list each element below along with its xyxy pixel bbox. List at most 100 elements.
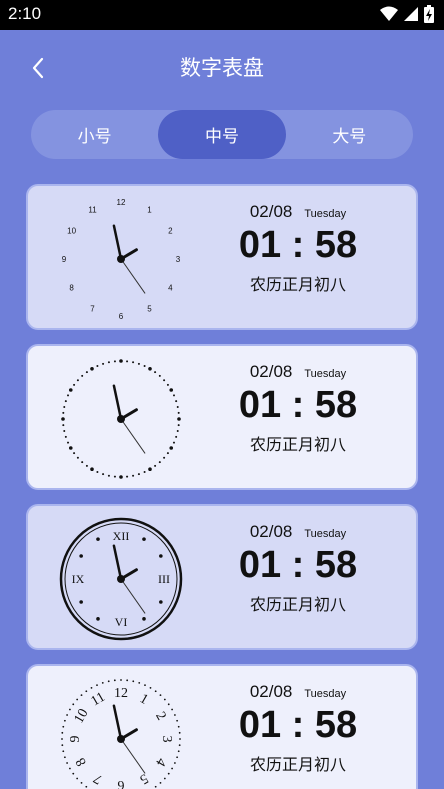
clock-card-arabic[interactable]: 12 1 2 3 4 5 6 7 8 9 10 11 02/08 Tuesday 01 : 58 农历… bbox=[26, 184, 418, 330]
dial-dot bbox=[175, 400, 178, 403]
dial-dot bbox=[80, 694, 83, 697]
dial-dot bbox=[167, 703, 170, 706]
dial-dot bbox=[72, 703, 75, 706]
dial-dot bbox=[66, 714, 69, 716]
dial-dot bbox=[169, 446, 174, 450]
dial-numeral: 6 bbox=[119, 312, 124, 321]
minute-hand bbox=[112, 224, 123, 261]
dial-numeral: 1 bbox=[147, 206, 152, 215]
dial-dot bbox=[76, 698, 79, 701]
tab-large[interactable]: 大号 bbox=[286, 110, 413, 159]
dial-dot bbox=[76, 456, 79, 459]
dial-dot bbox=[62, 411, 65, 414]
dial-dot bbox=[171, 767, 173, 770]
dial-dot bbox=[163, 777, 166, 780]
dial-dot bbox=[142, 537, 146, 541]
dial-dot bbox=[107, 680, 110, 683]
dial-numeral: 2 bbox=[168, 227, 173, 236]
dial-dot bbox=[144, 684, 146, 687]
date-row: 02/08 Tuesday bbox=[228, 362, 368, 382]
dial-dot bbox=[68, 446, 73, 450]
dial-dot bbox=[63, 405, 66, 408]
weekday-text: Tuesday bbox=[304, 208, 347, 220]
time-text: 01 : 58 bbox=[238, 384, 358, 426]
dial-dot bbox=[120, 679, 122, 681]
dial-dot bbox=[177, 411, 180, 414]
dial-dot bbox=[76, 777, 79, 780]
clock-info: 02/08 Tuesday 01 : 58 农历正月初八 bbox=[228, 682, 368, 775]
dial-dot bbox=[90, 467, 94, 472]
dial-dot bbox=[159, 554, 163, 558]
dial-dot bbox=[177, 424, 180, 427]
dial-dot bbox=[96, 470, 99, 473]
lunar-date: 农历正月初八 bbox=[249, 755, 346, 774]
second-hand bbox=[120, 258, 146, 294]
dial-dot bbox=[79, 600, 83, 604]
dial-roman-numeral: XII bbox=[113, 529, 130, 543]
dial-dot bbox=[163, 456, 166, 459]
dial-dot bbox=[173, 762, 176, 764]
date-row: 02/08 Tuesday bbox=[228, 202, 368, 222]
dial-dot bbox=[113, 360, 116, 363]
dial-dot bbox=[107, 361, 110, 364]
dial-dot bbox=[62, 424, 65, 427]
date-text: 02/08 bbox=[249, 522, 293, 541]
dial-dot bbox=[67, 394, 70, 397]
dial-dot bbox=[166, 452, 169, 455]
dial-dot bbox=[63, 719, 66, 722]
dial-dot bbox=[143, 470, 146, 473]
dial-dot bbox=[96, 365, 99, 368]
dial-dot bbox=[154, 785, 157, 788]
dial-dot bbox=[154, 690, 157, 693]
dial-dot bbox=[163, 379, 166, 382]
time-text: 01 : 58 bbox=[238, 704, 358, 746]
weekday-text: Tuesday bbox=[304, 368, 347, 380]
weekday-text: Tuesday bbox=[304, 688, 347, 700]
dial-dot bbox=[132, 361, 135, 364]
dial-dot bbox=[73, 452, 76, 455]
dial-dot bbox=[149, 687, 152, 689]
dial-dot bbox=[176, 719, 179, 722]
dial-dot bbox=[61, 744, 64, 747]
dial-dot bbox=[173, 714, 176, 716]
dial-dot bbox=[166, 383, 169, 386]
clock-info: 02/08 Tuesday 01 : 58 农历正月初八 bbox=[228, 362, 368, 455]
dial-dot bbox=[171, 708, 173, 711]
status-time: 2:10 bbox=[8, 4, 42, 23]
dial-numeral: 5 bbox=[147, 304, 152, 313]
dial-numeral: 10 bbox=[72, 706, 92, 726]
dial-numeral: 3 bbox=[159, 736, 174, 743]
dial-dot bbox=[61, 731, 64, 734]
dial-dot bbox=[148, 366, 152, 371]
dial-numeral: 9 bbox=[62, 255, 67, 264]
status-icons bbox=[380, 5, 434, 23]
page-title: 数字表盘 bbox=[180, 56, 264, 80]
time-text: 01 : 58 bbox=[238, 544, 358, 586]
dial-dot bbox=[62, 725, 65, 728]
dial-dot bbox=[113, 679, 116, 682]
dial-dot bbox=[158, 374, 161, 377]
lunar-date: 农历正月初八 bbox=[249, 435, 346, 454]
size-tabs: 小号 中号 大号 bbox=[31, 110, 413, 159]
dial-dot bbox=[172, 441, 175, 444]
clock-card-rotated[interactable]: 12 1 2 3 4 5 6 7 8 9 10 11 02/08 Tuesday 01 : 58 农历… bbox=[26, 664, 418, 789]
second-hand bbox=[120, 578, 146, 614]
second-hand bbox=[120, 418, 146, 454]
dial-dot bbox=[102, 473, 105, 476]
clock-info: 02/08 Tuesday 01 : 58 农历正月初八 bbox=[228, 522, 368, 615]
date-row: 02/08 Tuesday bbox=[228, 522, 368, 542]
center-pin bbox=[117, 255, 125, 263]
dial-numeral: 4 bbox=[152, 755, 168, 769]
date-text: 02/08 bbox=[249, 362, 293, 381]
dial-numeral: 1 bbox=[137, 691, 151, 707]
dial-dot bbox=[154, 371, 157, 374]
clock-card-roman[interactable]: XII III VI IX 02/08 Tuesday 01 : 58 农历正月初八 bbox=[26, 504, 418, 650]
dial-dot bbox=[69, 767, 71, 770]
tab-medium[interactable]: 中号 bbox=[158, 110, 286, 159]
clock-face-rotated: 12 12 3 456 78 9 1011 bbox=[61, 679, 181, 789]
clock-card-dots[interactable]: 02/08 Tuesday 01 : 58 农历正月初八 bbox=[26, 344, 418, 490]
dial-roman-numeral: IX bbox=[72, 572, 85, 586]
dial-dot bbox=[63, 756, 66, 759]
dial-dot bbox=[143, 365, 146, 368]
tab-small[interactable]: 小号 bbox=[31, 110, 158, 159]
